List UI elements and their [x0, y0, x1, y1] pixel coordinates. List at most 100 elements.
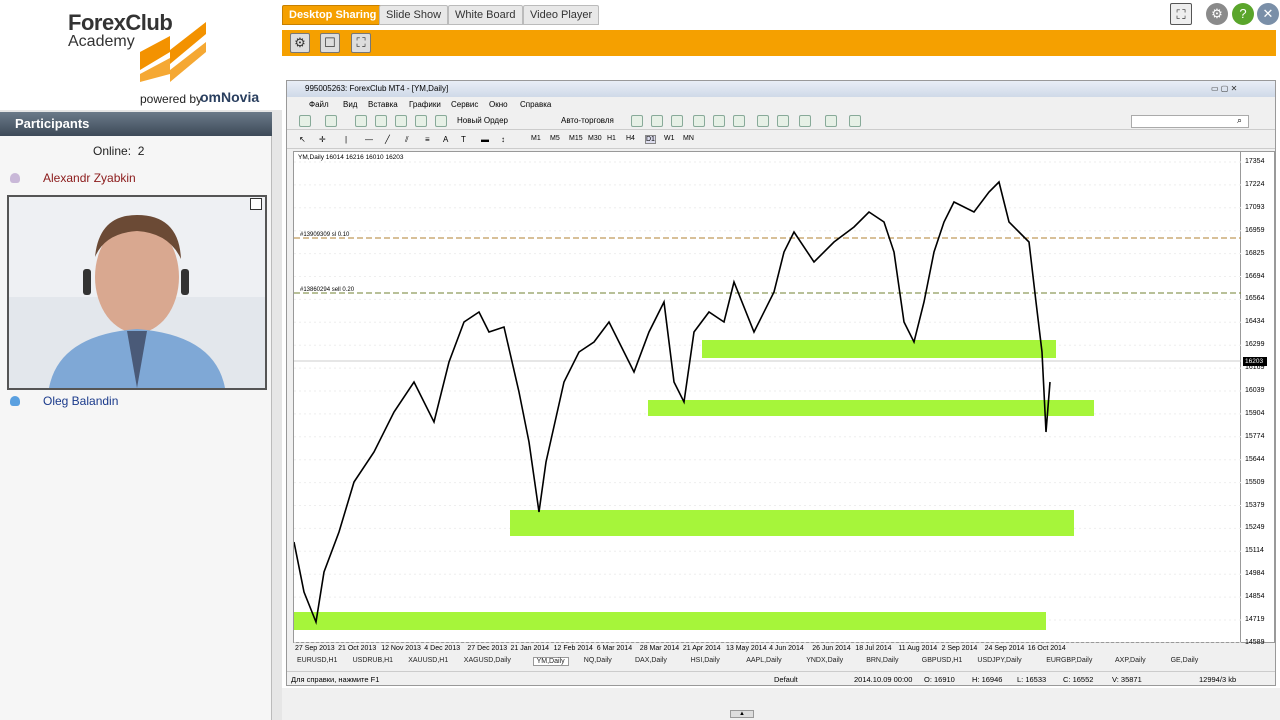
menu-tools[interactable]: Сервис	[451, 100, 478, 109]
templates-icon[interactable]	[849, 115, 861, 127]
help-icon[interactable]: ?	[1232, 3, 1254, 25]
symbol-tab[interactable]: USDJPY,Daily	[977, 657, 1021, 664]
new-chart-icon[interactable]	[299, 115, 311, 127]
indicators-icon[interactable]	[799, 115, 811, 127]
menu-charts[interactable]: Графики	[409, 100, 441, 109]
maximize-video-button[interactable]	[250, 198, 262, 210]
menu-window[interactable]: Окно	[489, 100, 508, 109]
close-icon[interactable]: ✕	[1257, 3, 1279, 25]
symbol-tab[interactable]: HSI,Daily	[691, 657, 720, 664]
tab-slide-show[interactable]: Slide Show	[379, 5, 449, 25]
new-order-button[interactable]: Новый Ордер	[457, 116, 508, 125]
tab-desktop-sharing[interactable]: Desktop Sharing	[282, 5, 384, 25]
symbol-tab[interactable]: AXP,Daily	[1115, 657, 1146, 664]
expand-handle-icon[interactable]: ▲	[730, 710, 754, 718]
gear-icon[interactable]: ⚙	[1206, 3, 1228, 25]
navigator-icon[interactable]	[395, 115, 407, 127]
user-icon	[10, 173, 20, 183]
menu-insert[interactable]: Вставка	[368, 100, 398, 109]
timeframe-m1[interactable]: M1	[531, 135, 541, 142]
fit-screen-button[interactable]: ⛶	[351, 33, 371, 53]
line-chart-icon[interactable]	[671, 115, 683, 127]
timeframe-h1[interactable]: H1	[607, 135, 616, 142]
window-controls[interactable]: ▭ ▢ ✕	[1211, 84, 1271, 94]
terminal-icon[interactable]	[415, 115, 427, 127]
autoscroll-icon[interactable]	[757, 115, 769, 127]
timeframe-h4[interactable]: H4	[626, 135, 635, 142]
settings-button[interactable]: ⚙	[290, 33, 310, 53]
order-line-label: #13860294 sell 0.20	[300, 287, 355, 293]
periods-icon[interactable]	[825, 115, 837, 127]
bar-chart-icon[interactable]	[631, 115, 643, 127]
tab-white-board[interactable]: White Board	[448, 5, 523, 25]
symbol-tab[interactable]: DAX,Daily	[635, 657, 667, 664]
market-watch-icon[interactable]	[355, 115, 367, 127]
price-tick: 16039	[1245, 387, 1265, 394]
chart-shift-icon[interactable]	[777, 115, 789, 127]
menu-help[interactable]: Справка	[520, 100, 551, 109]
data-window-icon[interactable]	[375, 115, 387, 127]
menu-file[interactable]: Файл	[309, 100, 329, 109]
partner-logo: omNovia	[200, 89, 260, 105]
zoom-in-icon[interactable]	[693, 115, 705, 127]
time-tick: 12 Feb 2014	[553, 645, 593, 652]
arrows-icon[interactable]: ↕	[501, 135, 505, 144]
timeframe-m15[interactable]: M15	[569, 135, 583, 142]
vertical-line-icon[interactable]: |	[345, 135, 347, 144]
status-close: C: 16552	[1063, 675, 1094, 684]
label-icon[interactable]: ▬	[481, 135, 489, 144]
mt4-window: 995005263: ForexClub MT4 - [YM,Daily] ▭ …	[286, 80, 1276, 686]
symbol-tab[interactable]: YNDX,Daily	[806, 657, 843, 664]
symbol-tab[interactable]: USDRUB,H1	[353, 657, 393, 664]
participant-name[interactable]: Oleg Balandin	[43, 394, 118, 408]
price-tick: 16825	[1245, 249, 1265, 257]
auto-trading-button[interactable]: Авто-торговля	[561, 116, 614, 125]
symbol-tab[interactable]: GBPUSD,H1	[922, 657, 962, 664]
tester-icon[interactable]	[435, 115, 447, 127]
trendline-icon[interactable]: ╱	[385, 135, 390, 144]
tab-video-player[interactable]: Video Player	[523, 5, 600, 25]
menu-view[interactable]: Вид	[343, 100, 357, 109]
symbol-tab[interactable]: NQ,Daily	[584, 657, 612, 664]
symbol-tab[interactable]: GE,Daily	[1171, 657, 1199, 664]
timeframe-d1[interactable]: D1	[645, 135, 656, 144]
support-zone	[702, 340, 1056, 358]
symbol-tab[interactable]: BRN,Daily	[866, 657, 898, 664]
time-tick: 18 Jul 2014	[855, 645, 892, 652]
symbol-tab[interactable]: XAUUSD,H1	[408, 657, 448, 664]
symbol-tab[interactable]: XAGUSD,Daily	[464, 657, 511, 664]
cursor-icon[interactable]: ↖	[299, 135, 306, 144]
timeframe-m5[interactable]: M5	[550, 135, 560, 142]
search-icon[interactable]: ⌕	[1237, 115, 1242, 126]
fullscreen-icon[interactable]: ⛶	[1170, 3, 1192, 25]
tile-windows-icon[interactable]	[733, 115, 745, 127]
logo-area: ForexClub Academy powered by omNovia	[0, 0, 282, 110]
timeframe-mn[interactable]: MN	[683, 135, 694, 142]
price-tick: 15509	[1245, 478, 1265, 486]
crosshair-icon[interactable]: ✛	[319, 135, 326, 144]
candles-icon[interactable]	[651, 115, 663, 127]
symbol-tab[interactable]: EURGBP,Daily	[1046, 657, 1092, 664]
zoom-out-icon[interactable]	[713, 115, 725, 127]
profiles-icon[interactable]	[325, 115, 337, 127]
timeframe-m30[interactable]: M30	[588, 135, 602, 142]
symbol-tab[interactable]: EURUSD,H1	[297, 657, 337, 664]
region-button[interactable]: ☐	[320, 33, 340, 53]
order-line-label: #13909309 sl 0.10	[300, 232, 350, 238]
horizontal-line-icon[interactable]: —	[365, 135, 373, 144]
status-help: Для справки, нажмите F1	[291, 675, 380, 684]
time-tick: 24 Sep 2014	[984, 645, 1025, 652]
text-icon[interactable]: A	[443, 135, 448, 144]
text-label-icon[interactable]: T	[461, 135, 466, 144]
participant-name[interactable]: Alexandr Zyabkin	[43, 171, 136, 185]
price-tick: 15774	[1245, 432, 1265, 440]
price-tick: 16299	[1245, 341, 1265, 349]
price-tick: 17224	[1245, 180, 1265, 188]
fibo-icon[interactable]: ≡	[425, 135, 430, 144]
symbol-tab[interactable]: AAPL,Daily	[746, 657, 781, 664]
search-input[interactable]	[1131, 115, 1249, 128]
timeframe-w1[interactable]: W1	[664, 135, 675, 142]
channel-icon[interactable]: ⫽	[405, 135, 409, 145]
price-chart[interactable]: YM,Daily 16014 16216 16010 16203 #139093…	[293, 151, 1242, 644]
symbol-tab[interactable]: YM,Daily	[532, 657, 569, 666]
